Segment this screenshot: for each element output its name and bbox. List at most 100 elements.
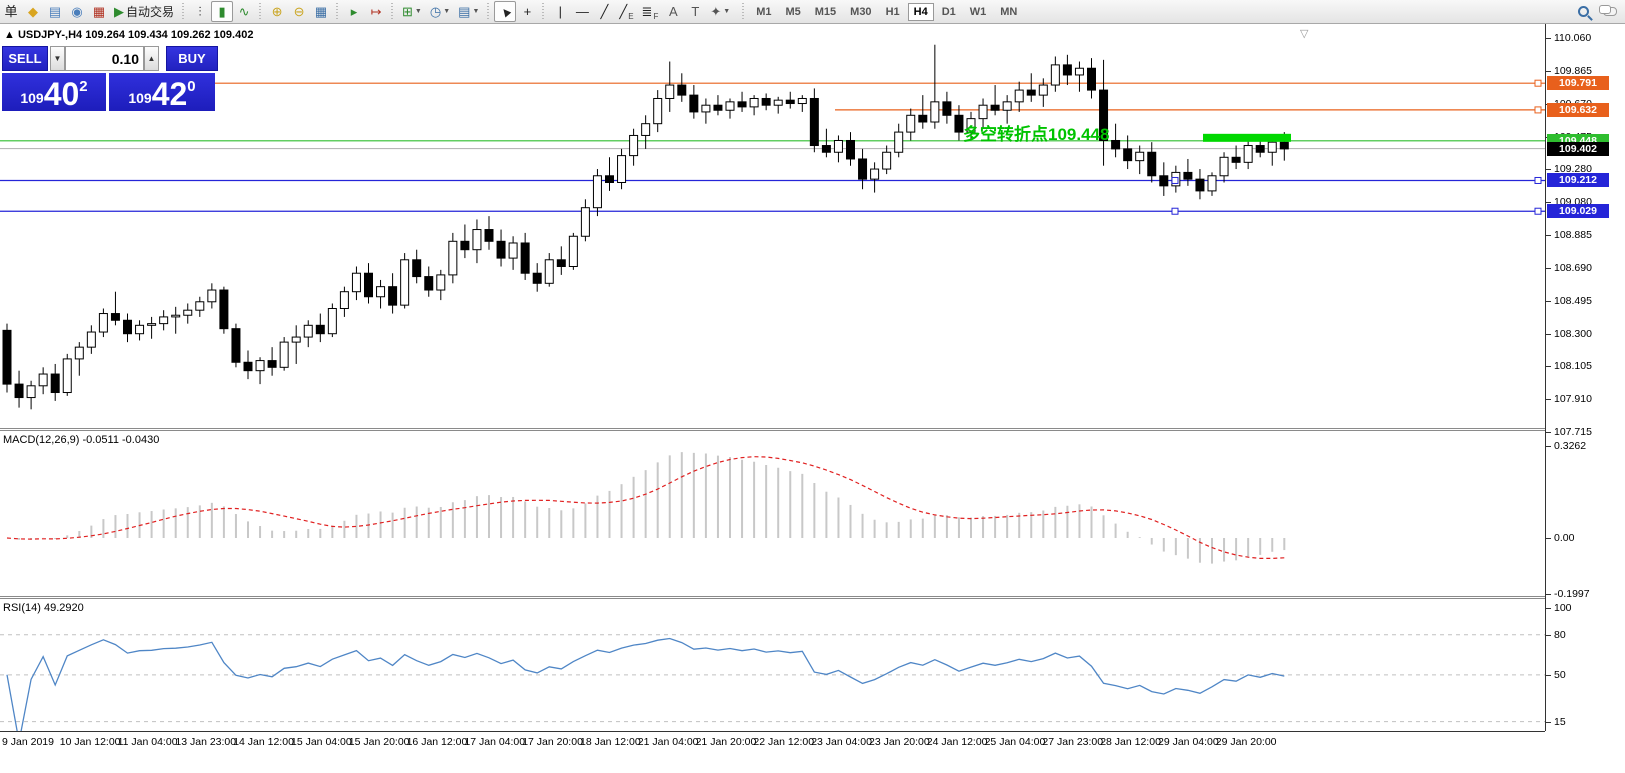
buy-button[interactable]: BUY — [166, 46, 218, 71]
toolbar-line-chart-mode[interactable]: ∿ — [233, 1, 255, 22]
timeframe-d1[interactable]: D1 — [936, 3, 962, 21]
line-handle[interactable] — [1172, 208, 1178, 214]
symbol-header[interactable]: ▲ USDJPY-,H4 109.264 109.434 109.262 109… — [4, 29, 253, 41]
toolbar-grip[interactable] — [485, 3, 492, 21]
candle-body — [666, 85, 674, 98]
price-tick-label: 108.690 — [1554, 262, 1592, 274]
toolbar-autotrading[interactable]: ▶自动交易 — [110, 1, 178, 22]
toolbar-grip[interactable] — [257, 3, 264, 21]
line-handle[interactable] — [1535, 80, 1541, 86]
search-icon[interactable] — [1578, 6, 1589, 17]
toolbar-periods[interactable]: ◷▼ — [426, 1, 454, 22]
toolbar-equidistant-channel-tool[interactable]: ╱E — [615, 1, 637, 22]
price-line-tag-109.791[interactable]: 109.791 — [1547, 76, 1609, 90]
candle-body — [545, 260, 553, 284]
chart-shift-marker-icon[interactable]: ▽ — [1300, 27, 1308, 40]
candle-body — [859, 159, 867, 179]
line-handle[interactable] — [1535, 208, 1541, 214]
auto-scroll-icon: ▸ — [351, 5, 358, 18]
rsi-pane-canvas[interactable] — [0, 599, 1545, 731]
turning-point-annotation[interactable]: 多空转折点109.448 — [963, 120, 1109, 145]
toolbar-zoom-out[interactable]: ⊖ — [288, 1, 310, 22]
toolbar-cursor-tool[interactable]: ▲ — [494, 1, 516, 22]
toolbar-vertical-line-tool[interactable]: | — [549, 1, 571, 22]
sell-price-sup: 2 — [79, 78, 87, 95]
toolbar-candlestick-mode[interactable]: ▮ — [211, 1, 233, 22]
price-axis[interactable]: 110.060109.865109.670109.475109.280109.0… — [1545, 24, 1625, 731]
toolbar-charts[interactable]: ◆ — [22, 1, 44, 22]
toolbar-trendline-tool[interactable]: ╱ — [593, 1, 615, 22]
candle-body — [822, 146, 830, 153]
candle-body — [99, 314, 107, 332]
volume-decrease-button[interactable]: ▼ — [50, 46, 65, 71]
fibonacci-tool-icon: ≣ — [642, 5, 653, 18]
timeframe-m1[interactable]: M1 — [750, 3, 777, 21]
toolbar-grip[interactable] — [540, 3, 547, 21]
candle-body — [389, 287, 397, 305]
toolbar-bar-chart-mode[interactable]: ⫶ — [189, 1, 211, 22]
price-line-tag-109.402[interactable]: 109.402 — [1547, 142, 1609, 156]
green-highlight-bar[interactable] — [1203, 134, 1291, 142]
toolbar-navigator[interactable]: ◉ — [66, 1, 88, 22]
time-axis-label: 27 Jan 23:00 — [1042, 736, 1103, 748]
candle-body — [847, 140, 855, 158]
candle-body — [798, 98, 806, 103]
arrows-tool-dropdown-icon[interactable]: ▼ — [723, 8, 730, 15]
time-axis-label: 28 Jan 12:00 — [1100, 736, 1161, 748]
toolbar-crosshair-tool[interactable]: + — [516, 1, 538, 22]
sell-button[interactable]: SELL — [2, 46, 48, 71]
toolbar-fibonacci-tool[interactable]: ≣F — [638, 1, 663, 22]
macd-pane-canvas[interactable] — [0, 431, 1545, 596]
toolbar-text-tool[interactable]: A — [662, 1, 684, 22]
sell-price[interactable]: 109 40 2 — [2, 73, 106, 111]
timeframe-h1[interactable]: H1 — [880, 3, 906, 21]
time-axis-label: 24 Jan 12:00 — [927, 736, 988, 748]
price-line-tag-109.029[interactable]: 109.029 — [1547, 204, 1609, 218]
timeframe-w1[interactable]: W1 — [964, 3, 993, 21]
toolbar-grip[interactable] — [334, 3, 341, 21]
toolbar-auto-scroll[interactable]: ▸ — [343, 1, 365, 22]
toolbar-templates[interactable]: ▤▼ — [454, 1, 483, 22]
candle-body — [292, 337, 300, 342]
macd-indicator-label: MACD(12,26,9) -0.0511 -0.0430 — [3, 434, 159, 446]
toolbar-new-order[interactable]: 单 — [0, 1, 22, 22]
indicators-dropdown-icon[interactable]: ▼ — [415, 8, 422, 15]
toolbar-grip[interactable] — [740, 3, 747, 21]
volume-increase-button[interactable]: ▲ — [144, 46, 159, 71]
price-line-tag-109.632[interactable]: 109.632 — [1547, 103, 1609, 117]
buy-price-big: 42 — [152, 80, 188, 109]
toolbar-tile-windows[interactable]: ▦ — [310, 1, 332, 22]
timeframe-mn[interactable]: MN — [994, 3, 1023, 21]
candle-body — [136, 325, 144, 333]
toolbar-market-watch[interactable]: ▤ — [44, 1, 66, 22]
toolbar-zoom-in[interactable]: ⊕ — [266, 1, 288, 22]
timeframe-m30[interactable]: M30 — [844, 3, 877, 21]
toolbar-horizontal-line-tool[interactable]: — — [571, 1, 593, 22]
candle-body — [148, 324, 156, 326]
time-axis-label: 22 Jan 12:00 — [753, 736, 814, 748]
toolbar-text-label-tool[interactable]: T — [684, 1, 706, 22]
price-chart-canvas[interactable] — [0, 24, 1545, 427]
toolbar-chart-shift[interactable]: ↦ — [365, 1, 387, 22]
periods-dropdown-icon[interactable]: ▼ — [443, 8, 450, 15]
time-axis[interactable]: 9 Jan 201910 Jan 12:0011 Jan 04:0013 Jan… — [0, 731, 1545, 773]
toolbar-grip[interactable] — [389, 3, 396, 21]
candle-body — [1220, 157, 1228, 175]
line-handle[interactable] — [1172, 177, 1178, 183]
timeframe-m5[interactable]: M5 — [779, 3, 806, 21]
toolbar-grip[interactable] — [180, 3, 187, 21]
time-axis-label: 29 Jan 04:00 — [1158, 736, 1219, 748]
chat-icon[interactable] — [1603, 7, 1617, 16]
buy-price[interactable]: 109 42 0 — [109, 73, 215, 111]
templates-dropdown-icon[interactable]: ▼ — [472, 8, 479, 15]
line-handle[interactable] — [1535, 177, 1541, 183]
toolbar-terminal[interactable]: ▦ — [88, 1, 110, 22]
volume-input[interactable] — [65, 46, 144, 71]
timeframe-h4[interactable]: H4 — [908, 3, 934, 21]
price-line-tag-109.212[interactable]: 109.212 — [1547, 173, 1609, 187]
collapse-arrow-icon[interactable]: ▲ — [4, 29, 15, 41]
toolbar-indicators[interactable]: ⊞▼ — [398, 1, 426, 22]
timeframe-m15[interactable]: M15 — [809, 3, 842, 21]
toolbar-arrows-tool[interactable]: ✦▼ — [706, 1, 734, 22]
line-handle[interactable] — [1535, 107, 1541, 113]
